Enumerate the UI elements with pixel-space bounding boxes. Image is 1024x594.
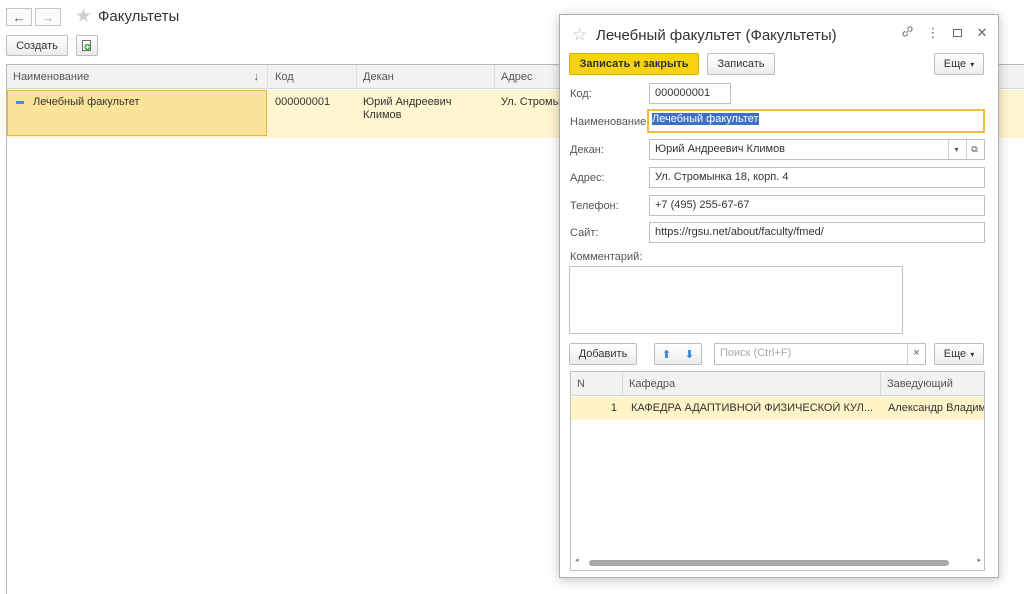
move-down-icon[interactable]: ⬇	[685, 348, 694, 361]
site-label: Сайт:	[570, 227, 599, 239]
column-header-name[interactable]: Наименование ↓	[7, 65, 268, 89]
table-cell-dean: Юрий Андреевич Климов	[363, 96, 452, 121]
code-label: Код:	[570, 88, 592, 100]
sort-down-icon: ↓	[253, 71, 260, 83]
comment-textarea[interactable]	[569, 266, 903, 334]
table-cell-department: КАФЕДРА АДАПТИВНОЙ ФИЗИЧЕСКОЙ КУЛ...	[631, 402, 873, 414]
column-header-department[interactable]: Кафедра	[623, 372, 881, 396]
add-button[interactable]: Добавить	[569, 343, 637, 365]
horizontal-scrollbar[interactable]: ◂ ▸	[575, 556, 981, 567]
scroll-left-icon[interactable]: ◂	[575, 556, 579, 564]
more-vertical-icon[interactable]: ⋮	[925, 25, 941, 41]
column-header-dean[interactable]: Декан	[357, 65, 495, 89]
page-title: Факультеты	[98, 8, 180, 25]
phone-field[interactable]: +7 (495) 255-67-67	[649, 195, 985, 216]
address-label: Адрес:	[570, 172, 605, 184]
table-cell-head: Александр Владим	[888, 402, 984, 414]
favorite-star-icon[interactable]: ★	[75, 5, 92, 28]
search-input[interactable]: Поиск (Ctrl+F) ×	[714, 343, 926, 365]
table-row[interactable]: 1 КАФЕДРА АДАПТИВНОЙ ФИЗИЧЕСКОЙ КУЛ... А…	[571, 397, 984, 420]
arrow-left-icon: ←	[12, 9, 26, 25]
more-button[interactable]: Еще ▾	[934, 53, 984, 75]
dean-field[interactable]: Юрий Андреевич Климов ▾ ⧉	[649, 139, 985, 160]
arrow-right-icon: →	[41, 9, 55, 25]
scroll-right-icon[interactable]: ▸	[977, 556, 981, 564]
copy-button[interactable]	[76, 35, 98, 56]
dropdown-icon[interactable]: ▾	[948, 140, 964, 159]
table-cell-n: 1	[610, 402, 617, 414]
save-and-close-button[interactable]: Записать и закрыть	[569, 53, 699, 75]
caret-down-icon: ▾	[970, 59, 975, 69]
back-button[interactable]: ←	[6, 8, 32, 26]
dialog-title: Лечебный факультет (Факультеты)	[596, 27, 837, 44]
column-header-head[interactable]: Заведующий	[881, 372, 984, 396]
caret-down-icon: ▾	[970, 349, 975, 359]
comment-label: Комментарий:	[570, 251, 643, 263]
close-icon[interactable]: ✕	[974, 25, 990, 41]
departments-table[interactable]: N Кафедра Заведующий 1 КАФЕДРА АДАПТИВНО…	[570, 371, 985, 571]
dean-label: Декан:	[570, 144, 604, 156]
copy-document-icon	[82, 40, 91, 51]
table-cell-name[interactable]: Лечебный факультет	[7, 90, 267, 136]
site-field[interactable]: https://rgsu.net/about/faculty/fmed/	[649, 222, 985, 243]
table-more-button[interactable]: Еще ▾	[934, 343, 984, 365]
clear-search-icon[interactable]: ×	[907, 344, 925, 364]
table-cell-code: 000000001	[275, 96, 331, 108]
column-header-code[interactable]: Код	[269, 65, 357, 89]
column-header-n[interactable]: N	[571, 372, 623, 396]
create-button[interactable]: Создать	[6, 35, 68, 56]
maximize-icon[interactable]	[949, 25, 965, 40]
open-icon[interactable]: ⧉	[966, 140, 982, 159]
name-label: Наименование:	[570, 116, 650, 128]
move-up-icon[interactable]: ⬆	[662, 348, 671, 361]
address-field[interactable]: Ул. Стромынка 18, корп. 4	[649, 167, 985, 188]
phone-label: Телефон:	[570, 200, 619, 212]
name-field[interactable]: Лечебный факультет	[647, 109, 985, 133]
row-marker-icon	[16, 101, 24, 104]
forward-button[interactable]: →	[35, 8, 61, 26]
save-button[interactable]: Записать	[707, 53, 775, 75]
scrollbar-thumb[interactable]	[589, 560, 949, 566]
link-icon[interactable]	[899, 25, 915, 41]
faculty-form-dialog: ☆ Лечебный факультет (Факультеты) ⋮ ✕ За…	[559, 14, 999, 578]
code-field[interactable]: 000000001	[649, 83, 731, 104]
favorite-star-icon[interactable]: ☆	[572, 25, 587, 45]
move-buttons: ⬆ ⬇	[654, 343, 702, 365]
